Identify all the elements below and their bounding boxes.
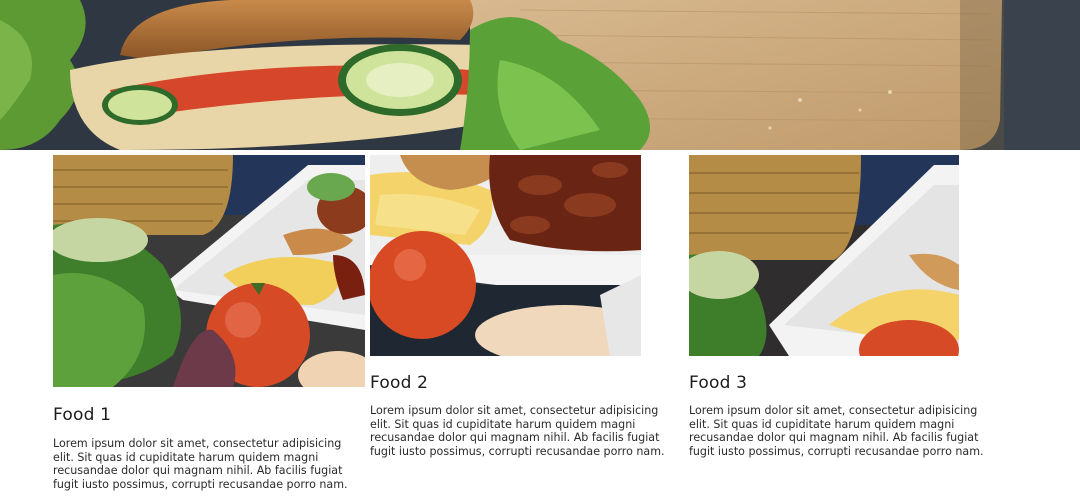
food-image-1 [53, 155, 365, 387]
food-photo-2 [370, 155, 641, 356]
food-photo-1 [53, 155, 365, 387]
food-card-3: Food 3 Lorem ipsum dolor sit amet, conse… [689, 155, 994, 458]
card-description: Lorem ipsum dolor sit amet, consectetur … [689, 404, 984, 458]
food-image-3 [689, 155, 959, 356]
hero-banner [0, 0, 1080, 150]
card-description: Lorem ipsum dolor sit amet, consectetur … [370, 404, 665, 458]
food-card-2: Food 2 Lorem ipsum dolor sit amet, conse… [370, 155, 675, 458]
card-title: Food 1 [53, 405, 112, 425]
card-title: Food 3 [689, 373, 748, 393]
food-card-1: Food 1 Lorem ipsum dolor sit amet, conse… [53, 155, 365, 491]
food-image-2 [370, 155, 641, 356]
card-description: Lorem ipsum dolor sit amet, consectetur … [53, 437, 348, 491]
card-title: Food 2 [370, 373, 429, 393]
food-hero-photo [0, 0, 1080, 150]
food-photo-3 [689, 155, 959, 356]
